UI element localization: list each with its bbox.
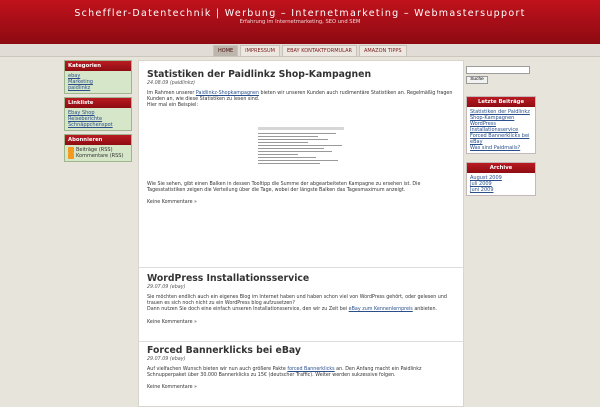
post-meta: 29.07.09 (ebay) xyxy=(147,357,186,362)
post-meta: 29.07.09 (ebay) xyxy=(147,285,186,290)
recent-post-link[interactable]: Statistiken der Paidlinkz Shop-Kampagnen xyxy=(470,109,530,121)
content-area: Statistiken der Paidlinkz Shop-Kampagnen… xyxy=(138,60,464,407)
post-text: Dann nutzen Sie doch eine einfach unsere… xyxy=(147,307,349,313)
post-link[interactable]: forced Bannerklicks xyxy=(287,367,334,372)
right-sidebar: Suche Letzte Beiträge Statistiken der Pa… xyxy=(466,60,536,196)
post-body: Sie möchten endlich auch ein eigenes Blo… xyxy=(147,295,455,314)
search-button[interactable]: Suche xyxy=(466,76,488,84)
post-text: Wie Sie sehen, gibt einen Balken in dess… xyxy=(147,181,421,193)
post: WordPress Installationsservice 29.07.09 … xyxy=(147,273,455,325)
archive-widget: Archive August 2009 Juli 2009 Juni 2009 xyxy=(466,162,536,196)
widget-title: Abonnieren xyxy=(65,135,131,145)
site-header: Scheffler-Datentechnik | Werbung – Inter… xyxy=(0,0,600,44)
nav-home[interactable]: HOME xyxy=(213,45,239,57)
widget-title: Letzte Beiträge xyxy=(467,97,535,107)
post-divider xyxy=(139,267,463,268)
recent-posts-widget: Letzte Beiträge Statistiken der Paidlink… xyxy=(466,96,536,154)
recent-post-link[interactable]: Was sind Paidmails? xyxy=(470,145,520,151)
widget-title: Kategorien xyxy=(65,61,131,71)
statistics-screenshot xyxy=(236,114,368,177)
site-title[interactable]: Scheffler-Datentechnik | Werbung – Inter… xyxy=(0,8,600,19)
widget-title: Linkliste xyxy=(65,98,131,108)
comments-link[interactable]: Keine Kommentare » xyxy=(147,200,197,205)
widget-title: Archive xyxy=(467,163,535,173)
post-category[interactable]: ebay xyxy=(172,285,184,290)
recent-post-link[interactable]: WordPress Installationsservice xyxy=(470,121,518,133)
post-category[interactable]: ebay xyxy=(172,357,184,362)
recent-post-link[interactable]: Forced Bannerklicks bei eBay xyxy=(470,133,529,145)
post-text: Im Rahmen unserer xyxy=(147,91,196,96)
post-title[interactable]: Statistiken der Paidlinkz Shop-Kampagnen xyxy=(147,69,455,80)
comments-link[interactable]: Keine Kommentare » xyxy=(147,385,197,390)
post-date: 29.07.09 xyxy=(147,285,169,290)
comments-link[interactable]: Keine Kommentare » xyxy=(147,320,197,325)
post: Statistiken der Paidlinkz Shop-Kampagnen… xyxy=(147,69,455,205)
post-date: 24.08.09 xyxy=(147,81,169,86)
subscribe-widget: Abonnieren Beiträge (RSS) Kommentare (RS… xyxy=(64,134,132,162)
nav-ebay-kontaktformular[interactable]: EBAY KONTAKTFORMULAR xyxy=(281,45,357,57)
linkliste-widget: Linkliste Ebay Shop Reiseberichte Schnäp… xyxy=(64,97,132,131)
rss-icon xyxy=(68,153,74,159)
post-text: Hier mal ein Beispiel: xyxy=(147,103,199,109)
post-body: Im Rahmen unserer Paidlinkz-Shopkampagne… xyxy=(147,91,455,194)
post-title[interactable]: WordPress Installationsservice xyxy=(147,273,455,284)
post-divider xyxy=(139,341,463,342)
post-title[interactable]: Forced Bannerklicks bei eBay xyxy=(147,345,455,356)
comments-rss-link[interactable]: Kommentare (RSS) xyxy=(76,153,123,159)
blogroll-link[interactable]: Schnäppchenspot xyxy=(68,122,113,128)
post-text: Auf vielfachen Wunsch bieten wir nun auc… xyxy=(147,367,288,372)
left-sidebar: Kategorien ebay Marketing paidlinkz Link… xyxy=(64,60,132,165)
post-text: anbieten. xyxy=(412,307,438,313)
post-link[interactable]: Paidlinkz-Shopkampagnen xyxy=(196,91,259,96)
nav-amazon-tipps[interactable]: AMAZON TIPPS xyxy=(358,45,407,57)
post-date: 29.07.09 xyxy=(147,357,169,362)
main-nav: HOME IMPRESSUM EBAY KONTAKTFORMULAR AMAZ… xyxy=(213,44,409,57)
search-input[interactable] xyxy=(466,66,530,74)
categories-widget: Kategorien ebay Marketing paidlinkz xyxy=(64,60,132,94)
post-link[interactable]: eBay zum Kennenlernpreis xyxy=(349,307,413,312)
search-form: Suche xyxy=(466,66,536,84)
category-link[interactable]: paidlinkz xyxy=(68,85,90,91)
post-category[interactable]: paidlinkz xyxy=(172,81,193,86)
archive-link[interactable]: Juni 2009 xyxy=(470,187,494,193)
post: Forced Bannerklicks bei eBay 29.07.09 (e… xyxy=(147,345,455,390)
site-tagline: Erfahrung im Internetmarketing, SEO und … xyxy=(239,19,361,25)
nav-impressum[interactable]: IMPRESSUM xyxy=(240,45,280,57)
post-body: Auf vielfachen Wunsch bieten wir nun auc… xyxy=(147,367,455,379)
post-meta: 24.08.09 (paidlinkz) xyxy=(147,81,196,86)
post-text: Sie möchten endlich auch ein eigenes Blo… xyxy=(147,295,447,307)
